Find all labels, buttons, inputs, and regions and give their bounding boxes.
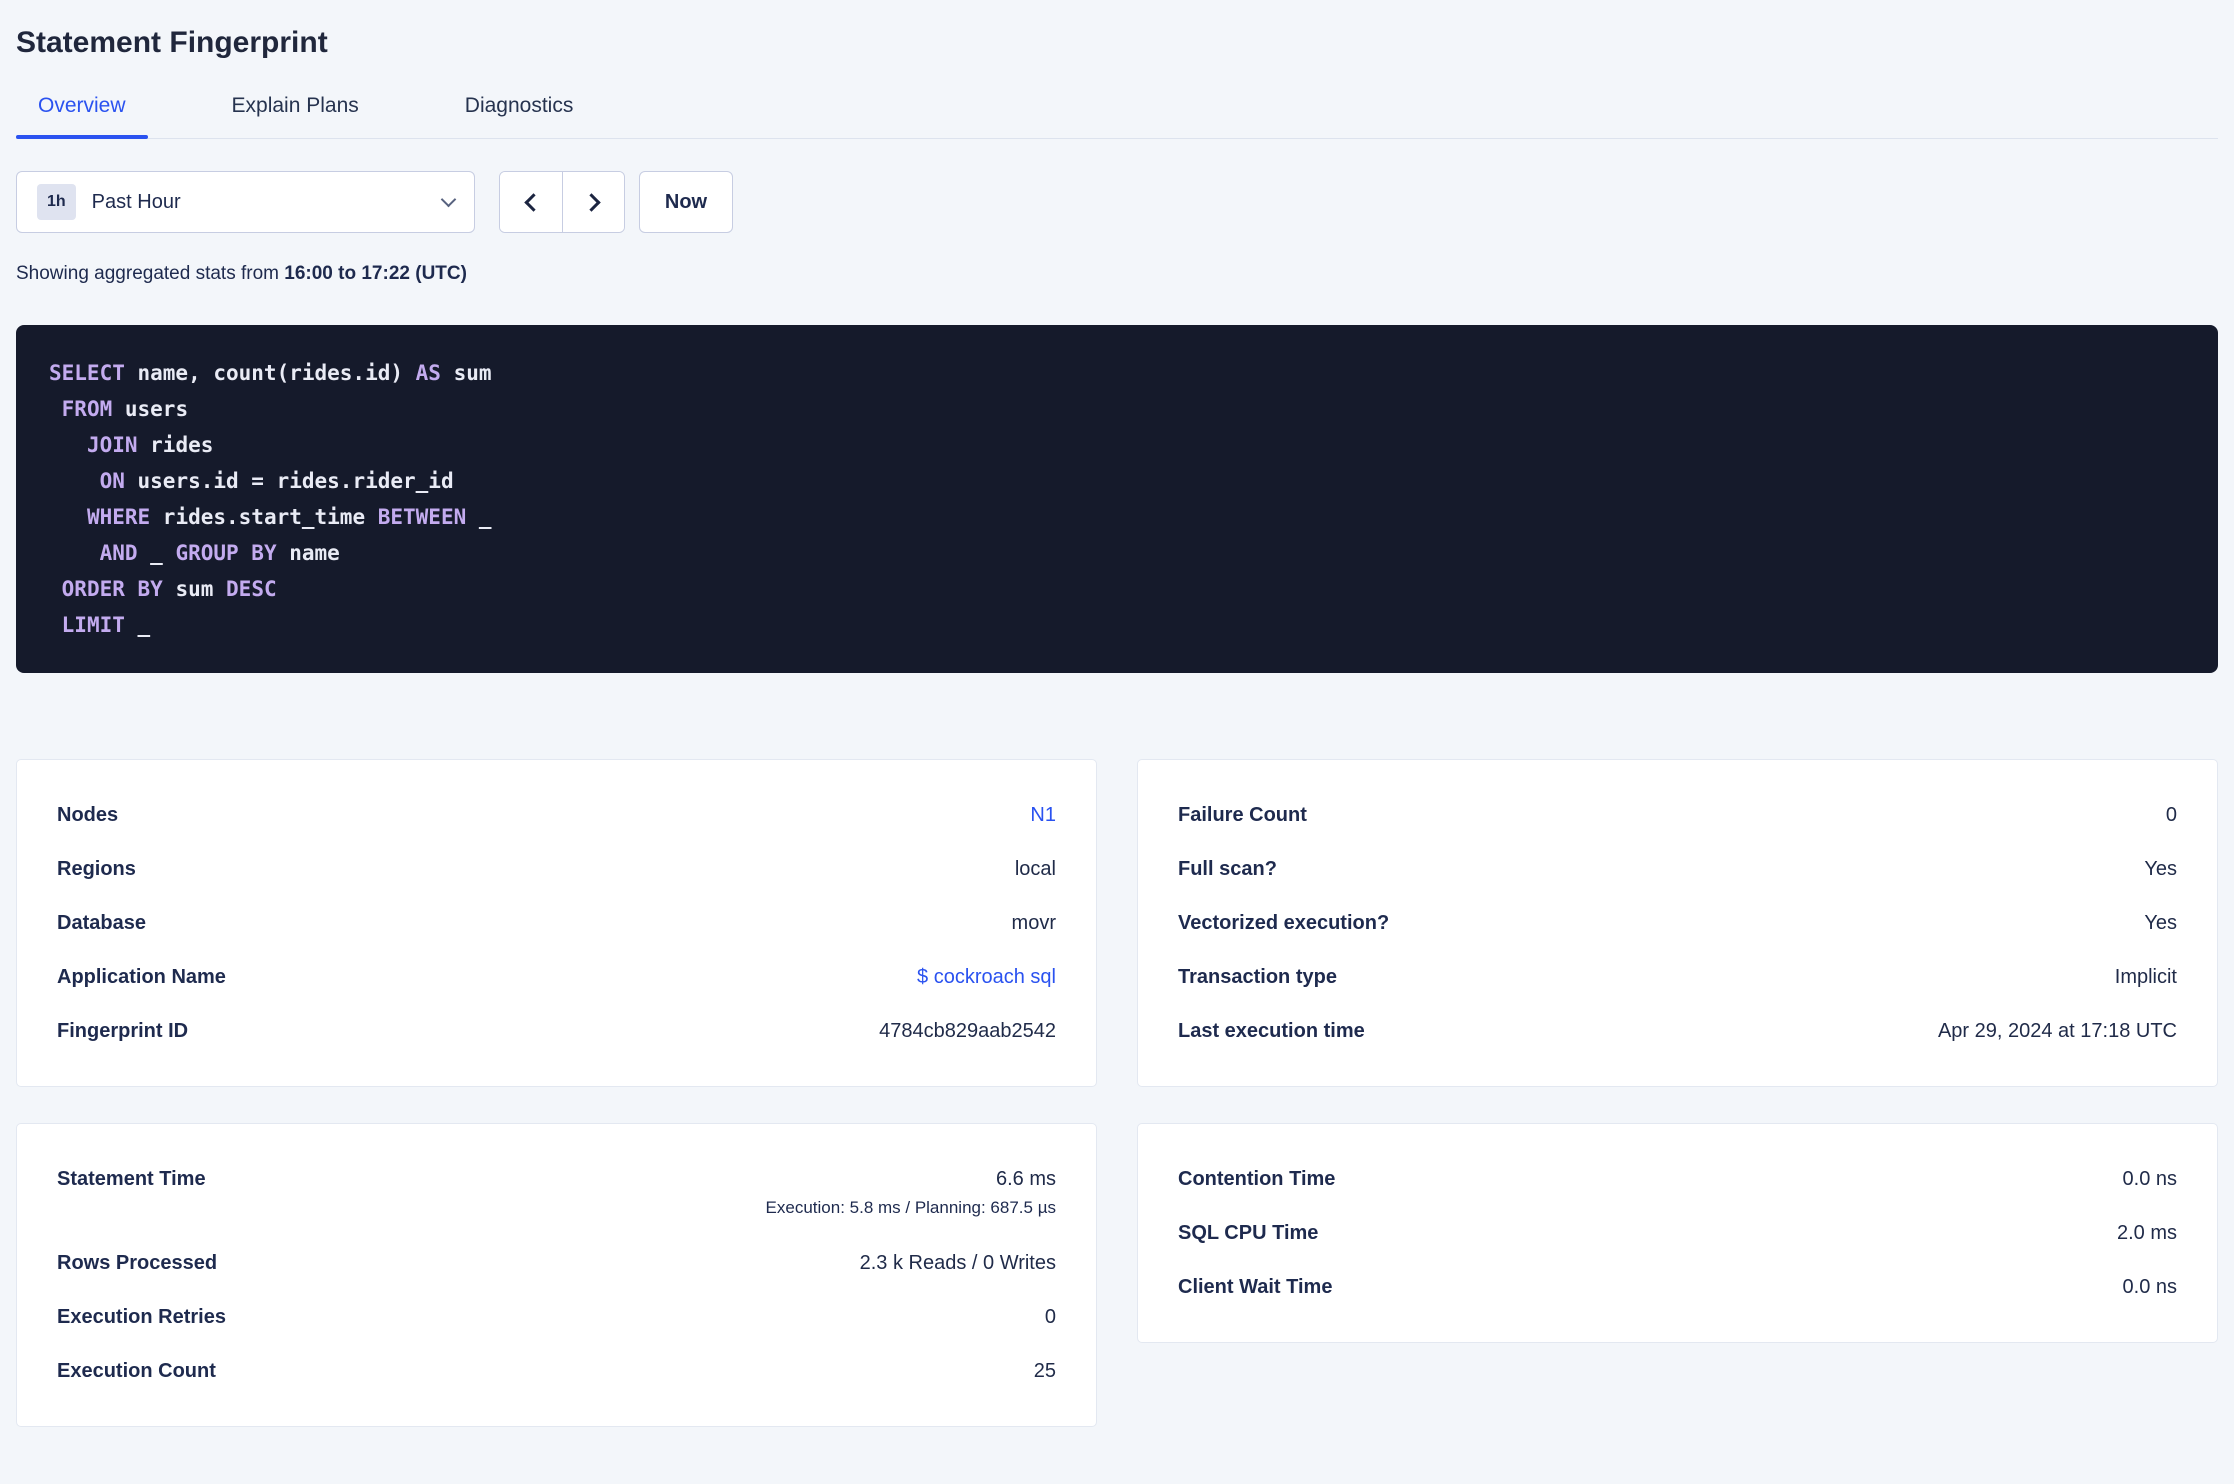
statement-details-card: Nodes N1 Regions local Database movr App… — [16, 759, 1097, 1087]
tab-explain-plans[interactable]: Explain Plans — [210, 94, 381, 138]
row-client-wait-time: Client Wait Time 0.0 ns — [1178, 1260, 2177, 1314]
row-label: Database — [57, 911, 146, 934]
row-label: Contention Time — [1178, 1167, 1336, 1190]
time-controls: 1h Past Hour Now — [16, 171, 2218, 233]
row-transaction-type: Transaction type Implicit — [1178, 950, 2177, 1004]
row-value: local — [1014, 857, 1056, 880]
sql-line: AND _ GROUP BY name — [99, 541, 340, 565]
chevron-right-icon — [581, 192, 601, 212]
row-label: Failure Count — [1178, 803, 1307, 826]
row-database: Database movr — [57, 896, 1056, 950]
row-value: Apr 29, 2024 at 17:18 UTC — [1937, 1019, 2177, 1042]
row-nodes: Nodes N1 — [57, 788, 1056, 842]
row-label: Nodes — [57, 803, 119, 826]
details-cards-row: Nodes N1 Regions local Database movr App… — [16, 759, 2218, 1087]
sql-line: JOIN rides — [86, 433, 214, 457]
row-label: Vectorized execution? — [1178, 911, 1390, 934]
row-value: 25 — [1033, 1359, 1056, 1382]
row-value: 4784cb829aab2542 — [879, 1019, 1056, 1042]
wait-time-card: Contention Time 0.0 ns SQL CPU Time 2.0 … — [1137, 1123, 2218, 1343]
row-value: 0.0 ns — [2122, 1275, 2177, 1298]
row-application-name: Application Name $ cockroach sql — [57, 950, 1056, 1004]
aggregated-stats-line: Showing aggregated stats from 16:00 to 1… — [16, 263, 2218, 285]
row-label: Last execution time — [1178, 1019, 1365, 1042]
row-label: SQL CPU Time — [1178, 1221, 1319, 1244]
statement-timing-card: Statement Time 6.6 ms Execution: 5.8 ms … — [16, 1123, 1097, 1427]
row-sql-cpu-time: SQL CPU Time 2.0 ms — [1178, 1206, 2177, 1260]
row-value: Implicit — [2114, 965, 2177, 988]
row-contention-time: Contention Time 0.0 ns — [1178, 1152, 2177, 1206]
sql-line: ORDER BY sum DESC — [61, 577, 277, 601]
sql-line: LIMIT _ — [61, 613, 151, 637]
row-vectorized-execution: Vectorized execution? Yes — [1178, 896, 2177, 950]
row-label: Full scan? — [1178, 857, 1277, 880]
sql-line: SELECT name, count(rides.id) AS sum — [49, 361, 492, 385]
tab-bar: Overview Explain Plans Diagnostics — [16, 94, 2218, 139]
statement-fingerprint-page: Statement Fingerprint Overview Explain P… — [0, 26, 2234, 1451]
chevron-down-icon — [440, 191, 457, 208]
sql-statement-box: SELECT name, count(rides.id) AS sum FROM… — [16, 325, 2218, 673]
row-value: 2.0 ms — [2116, 1221, 2177, 1244]
row-last-execution-time: Last execution time Apr 29, 2024 at 17:1… — [1178, 1004, 2177, 1058]
row-value: movr — [1011, 911, 1056, 934]
chevron-left-icon — [524, 192, 543, 212]
stats-range: 16:00 to 17:22 (UTC) — [284, 263, 467, 284]
row-label: Client Wait Time — [1178, 1275, 1333, 1298]
row-value: 0 — [1044, 1305, 1056, 1328]
application-name-link[interactable]: $ cockroach sql — [917, 966, 1056, 989]
row-label: Execution Retries — [57, 1305, 226, 1328]
sql-line: ON users.id = rides.rider_id — [99, 469, 454, 493]
row-statement-time: Statement Time 6.6 ms Execution: 5.8 ms … — [57, 1152, 1056, 1236]
previous-range-button[interactable] — [500, 172, 562, 232]
row-value: Yes — [2144, 857, 2177, 880]
row-value: Yes — [2144, 911, 2177, 934]
interval-badge: 1h — [37, 184, 76, 220]
row-failure-count: Failure Count 0 — [1178, 788, 2177, 842]
row-execution-count: Execution Count 25 — [57, 1344, 1056, 1398]
row-regions: Regions local — [57, 842, 1056, 896]
nodes-link[interactable]: N1 — [1030, 804, 1056, 827]
row-label: Rows Processed — [57, 1251, 218, 1274]
row-label: Execution Count — [57, 1359, 216, 1382]
sql-line: FROM users — [61, 397, 189, 421]
timing-cards-row: Statement Time 6.6 ms Execution: 5.8 ms … — [16, 1123, 2218, 1427]
execution-attributes-card: Failure Count 0 Full scan? Yes Vectorize… — [1137, 759, 2218, 1087]
row-fingerprint-id: Fingerprint ID 4784cb829aab2542 — [57, 1004, 1056, 1058]
page-title: Statement Fingerprint — [16, 26, 328, 59]
now-button[interactable]: Now — [639, 171, 733, 233]
next-range-button[interactable] — [562, 172, 624, 232]
row-value: 0 — [2165, 803, 2177, 826]
row-full-scan: Full scan? Yes — [1178, 842, 2177, 896]
time-range-label: Past Hour — [91, 190, 181, 213]
tab-overview[interactable]: Overview — [16, 94, 148, 139]
row-subvalue: Execution: 5.8 ms / Planning: 687.5 µs — [765, 1198, 1056, 1217]
row-label: Regions — [57, 857, 136, 880]
row-value: 6.6 ms — [995, 1168, 1056, 1190]
sql-line: WHERE rides.start_time BETWEEN _ — [86, 505, 492, 529]
row-value: 2.3 k Reads / 0 Writes — [859, 1251, 1056, 1274]
tab-diagnostics[interactable]: Diagnostics — [443, 94, 596, 138]
row-label: Statement Time — [57, 1168, 206, 1190]
row-label: Fingerprint ID — [57, 1019, 189, 1042]
row-value: 0.0 ns — [2122, 1167, 2177, 1190]
row-rows-processed: Rows Processed 2.3 k Reads / 0 Writes — [57, 1236, 1056, 1290]
stats-prefix: Showing aggregated stats from — [16, 263, 279, 284]
row-execution-retries: Execution Retries 0 — [57, 1290, 1056, 1344]
time-range-dropdown[interactable]: 1h Past Hour — [16, 171, 475, 233]
row-label: Transaction type — [1178, 965, 1337, 988]
time-range-pager — [499, 171, 625, 233]
row-label: Application Name — [57, 965, 226, 988]
